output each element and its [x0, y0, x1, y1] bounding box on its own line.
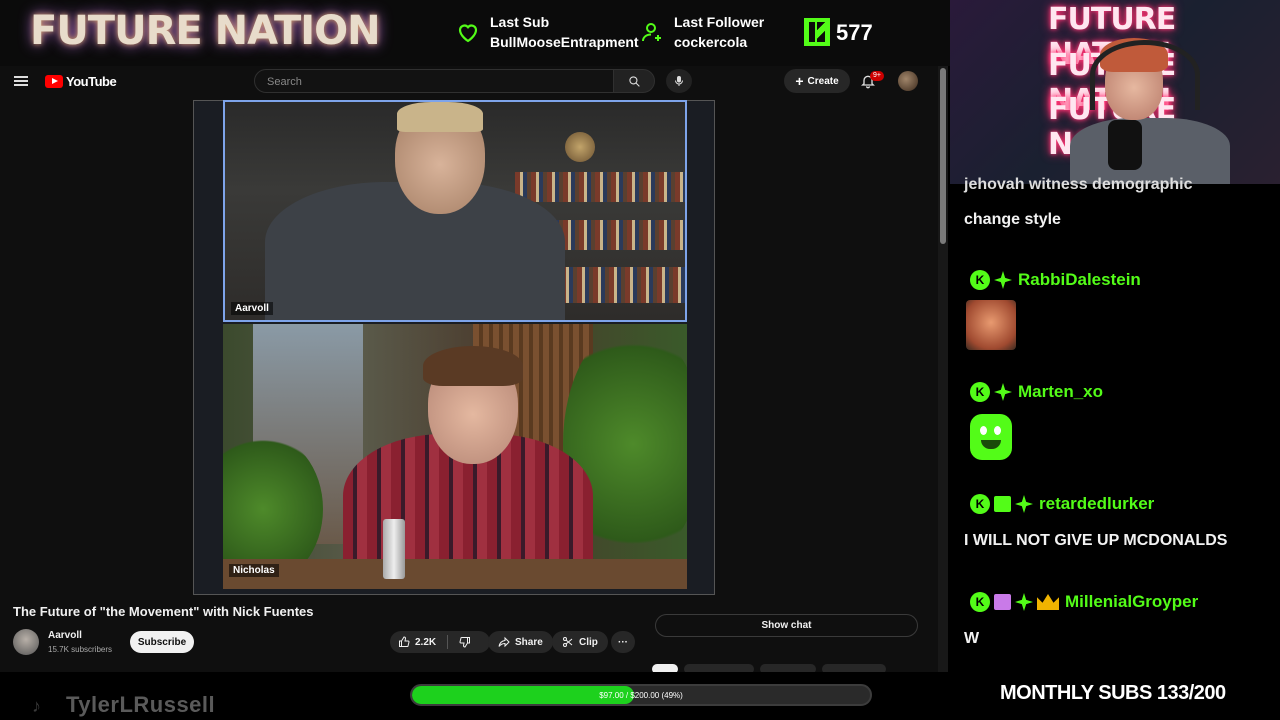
- streamer-microphone: [1108, 120, 1142, 170]
- last-sub-widget: Last Sub BullMooseEntrapment: [456, 12, 639, 52]
- like-dislike-group: 2.2K: [390, 631, 490, 653]
- video-tile-nicholas: Nicholas: [223, 324, 687, 589]
- tiktok-icon: ♪: [32, 696, 41, 716]
- menu-icon[interactable]: [14, 76, 28, 86]
- notification-badge: 9+: [870, 71, 884, 81]
- gift-badge-icon: [994, 496, 1011, 512]
- drink-can: [383, 519, 405, 579]
- channel-name[interactable]: Aarvoll: [48, 630, 82, 641]
- last-sub-name: BullMooseEntrapment: [490, 34, 639, 50]
- more-actions-button[interactable]: ···: [611, 631, 635, 653]
- kick-logo-icon: [804, 18, 830, 46]
- sparkle-badge-icon: [1015, 495, 1033, 513]
- kick-badge-icon: K: [970, 592, 990, 612]
- streamer-watermark: TylerLRussell: [66, 692, 216, 717]
- microphone-icon: [675, 76, 683, 86]
- kick-viewer-count: 577: [836, 20, 873, 45]
- chat-message-header: K retardedlurker: [970, 493, 1154, 515]
- chat-username[interactable]: retardedlurker: [1039, 494, 1154, 514]
- sparkle-badge-icon: [994, 383, 1012, 401]
- monthly-subs-goal: MONTHLY SUBS 133/200: [1000, 682, 1226, 704]
- create-button[interactable]: + Create: [784, 69, 850, 93]
- chat-message-text: jehovah witness demographic: [964, 176, 1193, 193]
- heart-icon: [458, 24, 478, 43]
- last-follower-name: cockercola: [674, 34, 748, 50]
- video-tile-aarvoll: Aarvoll: [223, 100, 687, 322]
- chat-message-text: W: [964, 630, 980, 647]
- search-input[interactable]: [267, 74, 597, 90]
- last-follower-label: Last Follower: [674, 14, 765, 30]
- subscribe-button[interactable]: Subscribe: [130, 631, 194, 653]
- search-box: [254, 69, 614, 93]
- sparkle-badge-icon: [994, 271, 1012, 289]
- brand-logo: FUTURE NATION: [30, 8, 381, 54]
- emote-eye: [994, 426, 1001, 435]
- face-emote: [966, 300, 1016, 350]
- youtube-logo-text[interactable]: YouTube: [66, 74, 117, 89]
- clip-label: Clip: [579, 636, 598, 648]
- youtube-logo-icon[interactable]: [45, 75, 63, 88]
- donation-goal-text: $97.00 / $200.00 (49%): [599, 690, 683, 700]
- bookshelf-row: [545, 267, 685, 303]
- gift-badge-icon: [994, 594, 1011, 610]
- chat-username[interactable]: Marten_xo: [1018, 382, 1103, 402]
- scrollbar-thumb[interactable]: [940, 68, 946, 244]
- chat-message-text: I WILL NOT GIVE UP MCDONALDS: [964, 532, 1228, 549]
- emote-eye: [980, 426, 987, 435]
- page-scrollbar[interactable]: [938, 66, 948, 672]
- chat-message-text: change style: [964, 211, 1061, 228]
- headphones: [1090, 40, 1200, 110]
- emote-mouth: [981, 440, 1001, 449]
- thumbs-down-icon[interactable]: [459, 636, 471, 648]
- thumbs-up-icon[interactable]: [398, 636, 410, 648]
- bookshelf-row: [515, 172, 685, 202]
- person-nicholas-hair: [423, 346, 523, 386]
- channel-avatar[interactable]: [13, 629, 39, 655]
- crown-badge-icon: [1037, 594, 1059, 610]
- globe: [565, 132, 595, 162]
- kick-badge-icon: K: [970, 494, 990, 514]
- clip-button[interactable]: Clip: [552, 631, 608, 653]
- like-count[interactable]: 2.2K: [415, 637, 436, 648]
- stream-screen: FUTURE NATION Last Sub BullMooseEntrapme…: [0, 0, 1280, 720]
- participant-name-tag: Nicholas: [229, 564, 279, 577]
- scissors-icon: [563, 637, 573, 647]
- account-avatar[interactable]: [898, 71, 918, 91]
- create-label: Create: [807, 75, 839, 87]
- voice-search-button[interactable]: [666, 69, 692, 93]
- chat-message-header: K MillenialGroyper: [970, 591, 1198, 613]
- share-icon: [498, 636, 510, 648]
- search-icon: [629, 76, 640, 87]
- search-button[interactable]: [613, 69, 655, 93]
- chat-message-header: K RabbiDalestein: [970, 269, 1141, 291]
- kick-badge-icon: K: [970, 382, 990, 402]
- kick-smile-emote: [970, 414, 1012, 460]
- sparkle-badge-icon: [1015, 593, 1033, 611]
- stream-top-overlay: FUTURE NATION Last Sub BullMooseEntrapme…: [0, 0, 950, 66]
- kick-badge-icon: K: [970, 270, 990, 290]
- donation-goal-bar: $97.00 / $200.00 (49%): [410, 684, 872, 706]
- user-plus-icon: [642, 23, 661, 42]
- last-follower-widget: Last Follower cockercola: [640, 12, 764, 52]
- divider: [447, 635, 449, 649]
- chat-username[interactable]: RabbiDalestein: [1018, 270, 1141, 290]
- video-title: The Future of "the Movement" with Nick F…: [13, 604, 314, 619]
- participant-name-tag: Aarvoll: [231, 302, 273, 315]
- chat-message-header: K Marten_xo: [970, 381, 1103, 403]
- youtube-header: YouTube + Create 9+: [0, 66, 938, 98]
- chat-username[interactable]: MillenialGroyper: [1065, 592, 1198, 612]
- show-chat-button[interactable]: Show chat: [655, 614, 918, 637]
- more-icon: ···: [618, 636, 628, 648]
- plus-icon: +: [795, 73, 804, 89]
- last-sub-label: Last Sub: [490, 14, 550, 30]
- person-aarvoll-hair: [397, 102, 483, 132]
- desk: [223, 559, 687, 589]
- share-button[interactable]: Share: [488, 631, 553, 653]
- channel-subscriber-count: 15.7K subscribers: [48, 645, 113, 654]
- share-label: Share: [515, 636, 543, 648]
